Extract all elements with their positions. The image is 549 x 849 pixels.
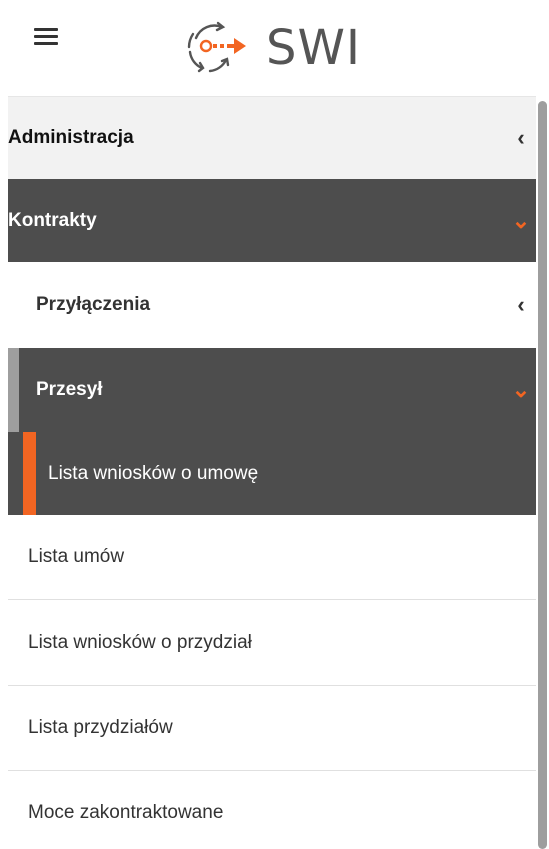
chevron-down-icon: ⌄ bbox=[511, 377, 531, 402]
menu-item-label: Administracja bbox=[8, 127, 134, 148]
section-indicator bbox=[8, 348, 19, 432]
menu-item-label: Przesył bbox=[36, 379, 103, 400]
menu-item-lista-przydzialow[interactable]: Lista przydziałów bbox=[8, 686, 536, 771]
menu-item-lista-wnioskow-o-przydzial[interactable]: Lista wniosków o przydział bbox=[8, 600, 536, 686]
menu-item-label: Lista wniosków o umowę bbox=[48, 462, 259, 484]
scrollbar-thumb[interactable] bbox=[538, 101, 547, 849]
hamburger-icon[interactable] bbox=[34, 24, 58, 48]
menu-item-administracja[interactable]: Administracja ‹ bbox=[8, 96, 536, 179]
menu-item-label: Lista wniosków o przydział bbox=[28, 631, 252, 653]
scrollbar[interactable] bbox=[536, 95, 549, 849]
menu-item-lista-umow[interactable]: Lista umów bbox=[8, 515, 536, 600]
menu-item-lista-wnioskow-o-umowe[interactable]: Lista wniosków o umowę bbox=[8, 432, 536, 515]
logo-text: SWI bbox=[266, 20, 362, 76]
menu-item-przylaczenia[interactable]: Przyłączenia ‹ bbox=[8, 262, 536, 348]
menu-item-kontrakty[interactable]: Kontrakty ⌄ bbox=[8, 179, 536, 262]
chevron-left-icon: ‹ bbox=[517, 125, 525, 150]
menu-item-label: Moce zakontraktowane bbox=[28, 802, 224, 823]
menu-item-label: Przyłączenia bbox=[36, 294, 151, 315]
swi-cycle-arrow-icon bbox=[187, 21, 246, 73]
active-indicator bbox=[23, 432, 36, 515]
app-header: SWI bbox=[0, 0, 549, 95]
menu-item-przesyl[interactable]: Przesył ⌄ bbox=[8, 348, 536, 432]
chevron-down-icon: ⌄ bbox=[511, 207, 531, 233]
swi-logo[interactable]: SWI bbox=[182, 18, 361, 78]
menu-item-moce-zakontraktowane[interactable]: Moce zakontraktowane bbox=[8, 771, 536, 849]
menu-item-label: Kontrakty bbox=[8, 209, 97, 231]
chevron-left-icon: ‹ bbox=[517, 292, 525, 317]
menu-item-label: Lista umów bbox=[28, 546, 125, 567]
menu-item-label: Lista przydziałów bbox=[28, 717, 173, 738]
sidebar-menu: Administracja ‹ Kontrakty ⌄ Przyłączenia… bbox=[8, 95, 536, 849]
